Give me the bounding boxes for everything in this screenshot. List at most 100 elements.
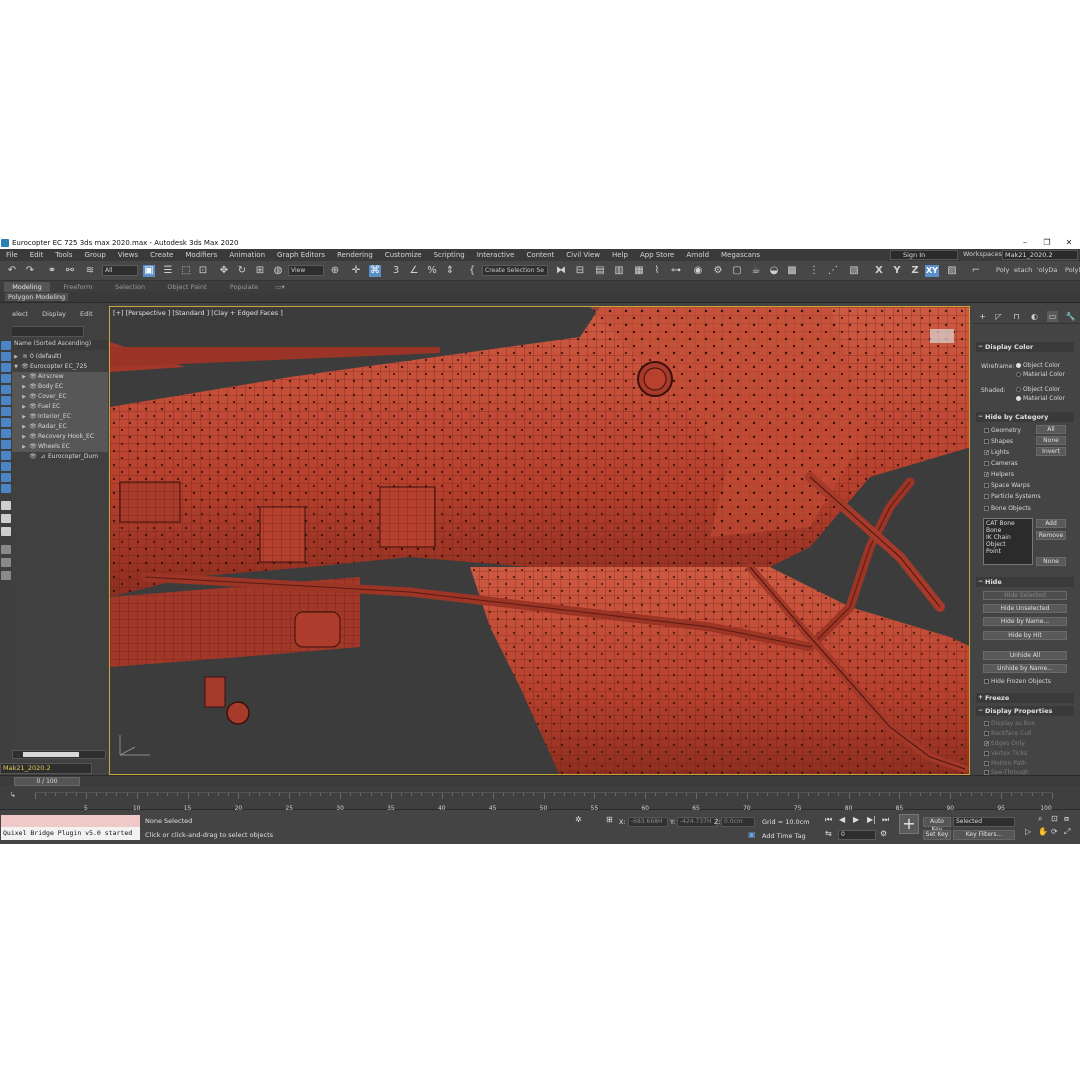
hide-space-warps-checkbox[interactable]: Space Warps	[984, 481, 1074, 490]
render-online-icon[interactable]: ▩	[786, 265, 798, 277]
hide-by-category-rollout[interactable]: − Hide by Category	[976, 412, 1074, 422]
scrollbar-thumb[interactable]	[23, 752, 79, 757]
visibility-eye-icon[interactable]: 👁	[28, 382, 38, 392]
select-object-icon[interactable]: ▣	[143, 265, 155, 277]
graphite-icon[interactable]: ▨	[946, 265, 958, 277]
layer-explorer-icon[interactable]: ▥	[613, 265, 625, 277]
hide-helpers-checkbox[interactable]: ✓ Helpers	[984, 470, 1074, 479]
shaded-material-color-radio[interactable]: Material Color	[1015, 394, 1075, 403]
render-teapot-icon[interactable]: ☕	[750, 265, 762, 277]
menu-edit[interactable]: Edit	[24, 251, 50, 259]
expand-arrow-icon[interactable]: ▶	[20, 412, 28, 422]
display-hidden-icon[interactable]	[1, 473, 11, 482]
unhide-by-name-button[interactable]: Unhide by Name...	[983, 664, 1067, 673]
select-manipulate-icon[interactable]: ✛	[350, 265, 362, 277]
y-coordinate-field[interactable]: -424.737H	[677, 817, 717, 827]
list-item[interactable]: CAT Bone	[986, 520, 1030, 527]
viewport-label-menu[interactable]: [+] [Perspective ] [Standard ] [Clay + E…	[113, 309, 283, 317]
corner-icon[interactable]: ⌐	[970, 265, 982, 277]
selection-filter-dropdown[interactable]: All	[102, 265, 138, 276]
expand-arrow-icon[interactable]: ▶	[20, 422, 28, 432]
zoom-extents-icon[interactable]: ⧈	[1064, 814, 1069, 824]
percent-snap-icon[interactable]: %	[426, 265, 438, 277]
transform-mode-icon[interactable]: ⊞	[606, 815, 613, 824]
redo-icon[interactable]: ↷	[24, 265, 36, 277]
expand-arrow-icon[interactable]: ▶	[20, 392, 28, 402]
list-item[interactable]: Bone	[986, 527, 1030, 534]
undo-icon[interactable]: ↶	[6, 265, 18, 277]
place-icon[interactable]: ◍	[272, 265, 284, 277]
material-editor-icon[interactable]: ◉	[692, 265, 704, 277]
category-filter-list[interactable]: CAT Bone Bone IK Chain Object Point	[983, 518, 1033, 565]
array-icon[interactable]: ⋰	[827, 265, 839, 277]
snap-grid-icon[interactable]: ⋮	[808, 265, 820, 277]
create-tab-icon[interactable]: +	[977, 311, 988, 322]
orbit-icon[interactable]: ⟳	[1051, 827, 1058, 836]
display-bones-icon[interactable]	[1, 440, 11, 449]
display-shapes-icon[interactable]	[1, 363, 11, 372]
menu-create[interactable]: Create	[144, 251, 179, 259]
set-keys-button[interactable]: +	[899, 814, 919, 834]
visibility-eye-icon[interactable]: 👁	[28, 392, 38, 402]
zoom-all-icon[interactable]: ⊡	[1051, 814, 1058, 823]
key-mode-dropdown[interactable]: Selected	[953, 817, 1015, 827]
menu-app-store[interactable]: App Store	[634, 251, 680, 259]
menu-file[interactable]: File	[0, 251, 24, 259]
scene-menu-edit[interactable]: Edit	[72, 310, 99, 322]
display-cameras-icon[interactable]	[1, 385, 11, 394]
polyl-label[interactable]: Polyl	[1065, 266, 1080, 274]
display-frozen-icon[interactable]	[1, 462, 11, 471]
menu-group[interactable]: Group	[79, 251, 112, 259]
tree-row[interactable]: ▶ ≋ 0 (default)	[12, 352, 108, 362]
menu-scripting[interactable]: Scripting	[428, 251, 471, 259]
collapse-arrow-icon[interactable]: ▼	[12, 362, 20, 372]
scene-horizontal-scrollbar[interactable]	[12, 750, 106, 759]
x-coordinate-field[interactable]: -683.668H	[628, 817, 668, 827]
tree-row[interactable]: ▶ 👁Wheels EC	[12, 442, 108, 452]
hide-invert-button[interactable]: Invert	[1036, 447, 1066, 456]
lock-cell-editing-icon[interactable]	[1, 558, 11, 567]
render-iterative-icon[interactable]: ◒	[768, 265, 780, 277]
shaded-object-color-radio[interactable]: Object Color	[1015, 385, 1075, 394]
menu-content[interactable]: Content	[520, 251, 560, 259]
menu-graph-editors[interactable]: Graph Editors	[271, 251, 331, 259]
display-helpers-icon[interactable]	[1, 396, 11, 405]
angle-snap-icon[interactable]: ∠	[408, 265, 420, 277]
rect-selection-region-icon[interactable]: ⬚	[180, 265, 192, 277]
axis-y-button[interactable]: Y	[891, 265, 903, 277]
display-lights-icon[interactable]	[1, 374, 11, 383]
expand-arrow-icon[interactable]: ▶	[20, 382, 28, 392]
next-frame-icon[interactable]: ▶|	[867, 815, 876, 824]
visibility-eye-icon[interactable]: 👁	[20, 362, 30, 372]
modify-tab-icon[interactable]: ◸	[993, 311, 1004, 322]
display-tab-icon[interactable]: ▭	[1047, 311, 1058, 322]
menu-views[interactable]: Views	[112, 251, 144, 259]
scene-column-header[interactable]: Name (Sorted Ascending)	[12, 340, 108, 350]
expand-arrow-icon[interactable]: ▶	[20, 402, 28, 412]
wireframe-material-color-radio[interactable]: Material Color	[1015, 370, 1075, 379]
render-setup-icon[interactable]: ⚙	[712, 265, 724, 277]
visibility-eye-icon[interactable]: 👁	[28, 412, 38, 422]
move-icon[interactable]: ✥	[218, 265, 230, 277]
axis-xy-button[interactable]: XY	[925, 265, 939, 277]
play-icon[interactable]: ▶	[853, 815, 859, 824]
display-all-icon[interactable]	[1, 484, 11, 493]
sign-in-dropdown[interactable]: Sign In	[890, 250, 958, 260]
expand-arrow-icon[interactable]: ▶	[20, 372, 28, 382]
key-mode-icon[interactable]: ⇆	[825, 829, 832, 838]
hide-frozen-objects-checkbox[interactable]: Hide Frozen Objects	[984, 677, 1074, 686]
tree-row[interactable]: 👁 ⊿ Eurocopter_Dum	[12, 452, 108, 462]
menu-animation[interactable]: Animation	[223, 251, 271, 259]
display-geometry-icon[interactable]	[1, 352, 11, 361]
field-of-view-icon[interactable]: ▷	[1025, 827, 1031, 836]
visibility-eye-icon[interactable]: 👁	[28, 442, 38, 452]
minimize-button[interactable]: –	[1014, 238, 1036, 247]
mirror-icon[interactable]: ⧓	[555, 265, 567, 277]
snaps-toggle-icon[interactable]: 3	[390, 265, 402, 277]
menu-rendering[interactable]: Rendering	[331, 251, 379, 259]
go-to-end-icon[interactable]: ⏭	[882, 815, 889, 825]
display-children-icon[interactable]	[1, 501, 11, 510]
scale-icon[interactable]: ⊞	[254, 265, 266, 277]
rotate-icon[interactable]: ↻	[236, 265, 248, 277]
tree-row[interactable]: ▶ 👁Fuel EC	[12, 402, 108, 412]
